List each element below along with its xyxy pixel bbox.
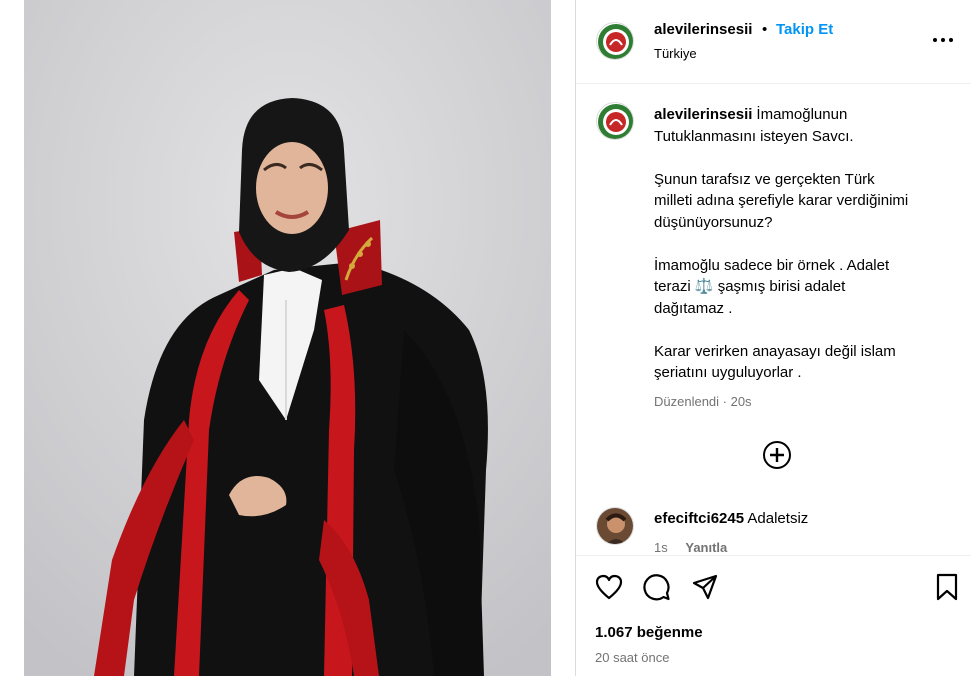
comment-meta: 1s Yanıtla [654,540,727,555]
caption-text-line: Şunun tarafsız ve gerçekten Türk [654,170,875,188]
heart-icon[interactable] [594,572,624,602]
comment: efeciftci6245 Adaletsiz [654,510,808,527]
separator-dot: • [762,21,768,38]
avatar-logo-icon [598,24,633,59]
comment-icon[interactable] [642,572,672,602]
caption-text-line: dağıtamaz . [654,299,733,317]
avatar-logo-icon [598,104,633,139]
comment-time: 1s [654,540,668,555]
likes-count[interactable]: 1.067 beğenme [595,624,703,641]
caption-text-line: milleti adına şerefiyle karar verdiğinim… [654,192,909,209]
more-options-icon[interactable] [932,28,954,52]
post-username[interactable]: alevilerinsesii [654,21,752,38]
caption-text-line: İmamoğlunun [756,106,848,123]
plus-circle-icon[interactable] [762,440,792,470]
post-photo-illustration [24,0,551,676]
comment-avatar[interactable] [596,507,634,545]
post-header: alevilerinsesii • Takip Et Türkiye [576,0,971,84]
caption-text-line: Karar verirken anayasayı değil islam [654,342,896,360]
post-image [24,0,551,676]
caption-text-line: Tutuklanmasını isteyen Savcı. [654,127,854,145]
caption-text-line: düşünüyorsunuz? [654,213,773,231]
post-actions: 1.067 beğenme 20 saat önce [576,555,971,676]
follow-button[interactable]: Takip Et [776,21,833,38]
bookmark-icon[interactable] [932,572,962,602]
post-caption: alevilerinsesii İmamoğlunun Tutuklanmasın… [654,104,954,384]
post-time: 20 saat önce [595,650,670,665]
edited-timestamp: Düzenlendi · 20s [654,394,752,409]
post-location[interactable]: Türkiye [654,46,697,61]
reply-button[interactable]: Yanıtla [685,540,727,555]
caption-username[interactable]: alevilerinsesii [654,106,752,123]
share-icon[interactable] [690,572,720,602]
comment-username[interactable]: efeciftci6245 [654,510,744,527]
user-photo-icon [597,508,633,544]
post-panel: alevilerinsesii • Takip Et Türkiye alevi… [575,0,971,676]
caption-text-line: terazi ⚖️ şaşmış birisi adalet [654,278,846,295]
avatar[interactable] [596,22,634,60]
comment-text: Adaletsiz [747,510,809,527]
caption-avatar[interactable] [596,102,634,140]
caption-text-line: İmamoğlu sadece bir örnek . Adalet [654,256,890,274]
caption-text-line: şeriatını uyguluyorlar . [654,364,802,381]
